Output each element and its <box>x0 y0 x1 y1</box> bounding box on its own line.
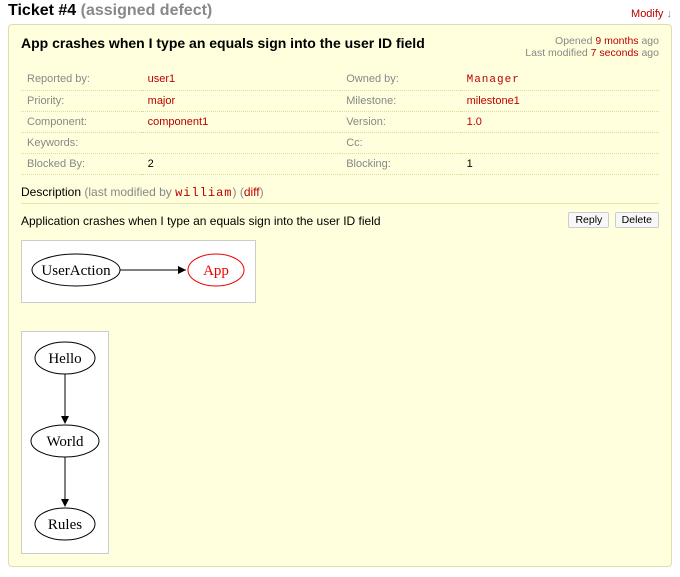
blocking-value: 1 <box>461 154 659 175</box>
graph2-node2: World <box>46 434 84 450</box>
lm-close: ) <box>260 185 264 199</box>
table-row: Priority: major Milestone: milestone1 <box>21 91 659 112</box>
priority-label: Priority: <box>21 91 142 112</box>
blocked-by-value: 2 <box>142 154 341 175</box>
description-body: Reply Delete Application crashes when I … <box>21 214 659 554</box>
lm-prefix: (last modified by <box>84 185 171 199</box>
ticket-header: Ticket #4 (assigned defect) Modify ↓ <box>8 2 672 20</box>
modified-prefix: Last modified <box>525 47 587 59</box>
graph1-node2: App <box>203 263 229 279</box>
separator <box>21 203 659 204</box>
modified-line: Last modified 7 seconds ago <box>525 47 659 59</box>
blocked-by-label: Blocked By: <box>21 154 142 175</box>
opened-line: Opened 9 months ago <box>525 35 659 47</box>
ticket-title-text: Ticket #4 <box>8 2 76 19</box>
version-value[interactable]: 1.0 <box>467 116 482 128</box>
table-row: Component: component1 Version: 1.0 <box>21 112 659 133</box>
lm-user: william <box>175 186 232 200</box>
cc-label: Cc: <box>340 133 460 154</box>
date-block: Opened 9 months ago Last modified 7 seco… <box>525 35 659 59</box>
graph-image-2: Hello World Rules <box>21 331 109 554</box>
table-row: Reported by: user1 Owned by: Manager <box>21 69 659 91</box>
reply-button[interactable]: Reply <box>568 212 609 228</box>
table-row: Blocked By: 2 Blocking: 1 <box>21 154 659 175</box>
ticket-status: (assigned defect) <box>81 2 213 19</box>
description-heading-text: Description <box>21 185 81 199</box>
lm-suffix: ) ( <box>233 185 244 199</box>
component-label: Component: <box>21 112 142 133</box>
modified-rel: 7 seconds <box>591 47 639 59</box>
priority-value[interactable]: major <box>148 95 176 107</box>
delete-button[interactable]: Delete <box>615 212 659 228</box>
description-buttons: Reply Delete <box>566 212 659 228</box>
modify-link-label: Modify <box>631 8 663 20</box>
version-label: Version: <box>340 112 460 133</box>
down-arrow-icon: ↓ <box>667 8 673 20</box>
properties-table: Reported by: user1 Owned by: Manager Pri… <box>21 69 659 175</box>
component-value[interactable]: component1 <box>148 116 209 128</box>
modified-suffix: ago <box>641 47 659 59</box>
page-title: Ticket #4 (assigned defect) <box>8 2 672 20</box>
diff-link[interactable]: diff <box>244 185 260 199</box>
milestone-label: Milestone: <box>340 91 460 112</box>
owned-by-value[interactable]: Manager <box>467 74 520 86</box>
milestone-value[interactable]: milestone1 <box>467 95 520 107</box>
graph2-node1: Hello <box>48 351 81 367</box>
modify-link-wrap: Modify ↓ <box>631 8 672 20</box>
opened-suffix: ago <box>641 35 659 47</box>
ticket-summary: App crashes when I type an equals sign i… <box>21 35 425 51</box>
modify-link[interactable]: Modify <box>631 8 666 20</box>
opened-prefix: Opened <box>555 35 592 47</box>
keywords-value <box>142 133 341 154</box>
opened-rel: 9 months <box>595 35 638 47</box>
ticket-box: App crashes when I type an equals sign i… <box>8 24 672 567</box>
blocking-label: Blocking: <box>340 154 460 175</box>
graph2-node3: Rules <box>48 517 82 533</box>
summary-row: App crashes when I type an equals sign i… <box>21 35 659 59</box>
keywords-label: Keywords: <box>21 133 142 154</box>
cc-value <box>461 133 659 154</box>
owned-by-label: Owned by: <box>340 69 460 91</box>
graph-image-1: UserAction App <box>21 240 256 303</box>
graph1-node1: UserAction <box>41 263 111 279</box>
reported-by-value[interactable]: user1 <box>148 73 176 85</box>
description-heading: Description (last modified by william) (… <box>21 185 659 200</box>
table-row: Keywords: Cc: <box>21 133 659 154</box>
description-text: Application crashes when I type an equal… <box>21 214 659 228</box>
reported-by-label: Reported by: <box>21 69 142 91</box>
